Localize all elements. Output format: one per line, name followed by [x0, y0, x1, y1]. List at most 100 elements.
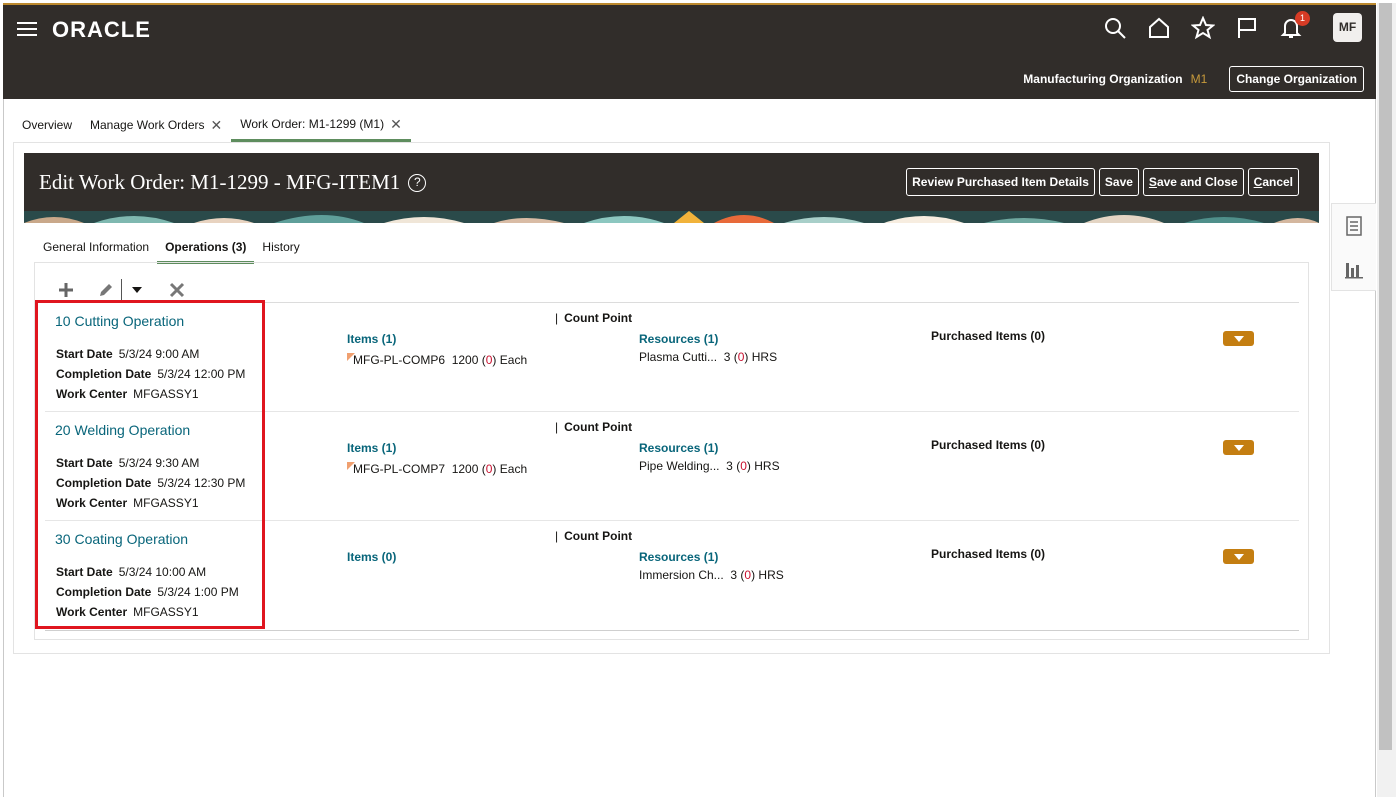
purchased-items-label: Purchased Items (0): [931, 329, 1046, 343]
purchased-items-label: Purchased Items (0): [931, 438, 1046, 452]
tab-general-information[interactable]: General Information: [35, 233, 157, 264]
user-avatar[interactable]: MF: [1333, 13, 1362, 42]
decorative-banner: [24, 211, 1319, 223]
operations-toolbar: [53, 277, 190, 303]
change-organization-button[interactable]: Change Organization: [1229, 66, 1364, 92]
resource-open-quantity: 0: [737, 350, 745, 364]
favorites-star-icon[interactable]: [1188, 13, 1218, 43]
edit-dropdown-chevron-icon[interactable]: [124, 277, 150, 303]
page-header: Edit Work Order: M1-1299 - MFG-ITEM1 ? R…: [24, 153, 1319, 223]
button-label: ancel: [1262, 175, 1293, 189]
tab-manage-work-orders[interactable]: Manage Work Orders ✕: [81, 108, 231, 142]
cancel-button[interactable]: Cancel: [1247, 168, 1299, 196]
field-label: Start Date: [56, 565, 113, 579]
item-name: MFG-PL-COMP7: [353, 462, 446, 476]
notification-badge: 1: [1295, 11, 1310, 26]
start-date-field: Start Date 5/3/24 10:00 AM: [56, 565, 206, 579]
field-label: Start Date: [56, 456, 113, 470]
item-detail: MFG-PL-COMP6 1200 (0) Each: [347, 353, 527, 367]
add-icon[interactable]: [53, 277, 79, 303]
count-point-label: | Count Point: [555, 420, 633, 434]
navigator-menu-icon[interactable]: [17, 19, 37, 37]
field-label: Count Point: [564, 311, 633, 325]
close-icon[interactable]: ✕: [211, 109, 223, 141]
accesskey-letter: C: [1253, 175, 1263, 189]
item-uom: Each: [499, 462, 528, 476]
tab-label: Work Order: M1-1299 (M1): [240, 116, 385, 131]
watchlist-flag-icon[interactable]: [1232, 13, 1262, 43]
chevron-down-icon: [1233, 553, 1244, 560]
item-uom: Each: [499, 353, 528, 367]
side-panel-rail: [1331, 203, 1376, 291]
close-icon[interactable]: ✕: [390, 108, 402, 140]
count-point-label: | Count Point: [555, 311, 633, 325]
scrollbar-thumb[interactable]: [1379, 3, 1392, 750]
accesskey-letter: S: [1148, 175, 1157, 189]
save-and-close-button[interactable]: Save and Close: [1142, 168, 1244, 196]
main-content: Edit Work Order: M1-1299 - MFG-ITEM1 ? R…: [13, 142, 1330, 654]
resource-name: Immersion Ch...: [639, 568, 724, 582]
tab-operations[interactable]: Operations (3): [157, 233, 255, 264]
completion-date-field: Completion Date 5/3/24 1:00 PM: [56, 585, 239, 599]
purchased-items-label: Purchased Items (0): [931, 547, 1046, 561]
help-icon[interactable]: ?: [408, 173, 427, 192]
tab-label: Overview: [22, 118, 73, 132]
global-header: ORACLE 1 MF Manufacturing Organization M…: [3, 3, 1376, 99]
resource-quantity: 3: [723, 350, 731, 364]
oracle-logo[interactable]: ORACLE: [52, 17, 151, 43]
resource-detail: Pipe Welding... 3 (0) HRS: [639, 459, 780, 473]
items-link[interactable]: Items (1): [347, 332, 396, 346]
resources-link[interactable]: Resources (1): [639, 441, 718, 455]
resource-uom: HRS: [754, 459, 780, 473]
resource-quantity: 3: [730, 568, 738, 582]
field-label: Work Center: [56, 496, 128, 510]
items-link[interactable]: Items (0): [347, 550, 396, 564]
item-quantity: 1200: [451, 353, 479, 367]
chevron-down-icon: [1233, 444, 1244, 451]
operation-row: 30 Coating Operation Start Date 5/3/24 10…: [45, 521, 1299, 631]
search-icon[interactable]: [1100, 13, 1130, 43]
start-date-field: Start Date 5/3/24 9:00 AM: [56, 347, 199, 361]
operation-row: 10 Cutting Operation Start Date 5/3/24 9:…: [45, 303, 1299, 412]
review-purchased-item-details-button[interactable]: Review Purchased Item Details: [906, 168, 1095, 196]
delete-x-icon[interactable]: [164, 277, 190, 303]
items-link[interactable]: Items (1): [347, 441, 396, 455]
resource-quantity: 3: [726, 459, 733, 473]
save-button[interactable]: Save: [1098, 168, 1139, 196]
tab-label: Manage Work Orders: [90, 118, 205, 132]
button-label: ave and Close: [1156, 175, 1238, 189]
operation-actions-menu-button[interactable]: [1223, 331, 1254, 346]
document-icon[interactable]: [1332, 204, 1376, 247]
tab-overview[interactable]: Overview: [13, 108, 81, 142]
field-label: Count Point: [564, 420, 633, 434]
field-label: Completion Date: [56, 476, 152, 490]
field-value: 5/3/24 10:00 AM: [118, 565, 207, 579]
work-center-field: Work Center MFGASSY1: [56, 387, 199, 401]
field-value: 5/3/24 9:00 AM: [118, 347, 200, 361]
field-value: 5/3/24 1:00 PM: [157, 585, 239, 599]
completion-date-field: Completion Date 5/3/24 12:30 PM: [56, 476, 245, 490]
operation-actions-menu-button[interactable]: [1223, 549, 1254, 564]
resources-link[interactable]: Resources (1): [639, 550, 718, 564]
operation-title-link[interactable]: 20 Welding Operation: [55, 422, 190, 438]
resources-link[interactable]: Resources (1): [639, 332, 718, 346]
resource-open-quantity: 0: [740, 459, 747, 473]
tab-history[interactable]: History: [254, 233, 307, 264]
home-icon[interactable]: [1144, 13, 1174, 43]
operations-panel: 10 Cutting Operation Start Date 5/3/24 9:…: [34, 262, 1309, 640]
field-value: MFGASSY1: [133, 387, 199, 401]
page-actions: Review Purchased Item Details Save Save …: [906, 168, 1299, 196]
item-open-quantity: 0: [485, 462, 493, 476]
operation-title-link[interactable]: 10 Cutting Operation: [55, 313, 184, 329]
page-title: Edit Work Order: M1-1299 - MFG-ITEM1 ?: [39, 170, 427, 195]
operation-title-link[interactable]: 30 Coating Operation: [55, 531, 188, 547]
tab-work-order[interactable]: Work Order: M1-1299 (M1) ✕: [231, 108, 411, 142]
notifications-bell-icon[interactable]: 1: [1276, 11, 1310, 43]
operation-actions-menu-button[interactable]: [1223, 440, 1254, 455]
resource-uom: HRS: [758, 568, 784, 582]
chevron-down-icon: [1233, 335, 1244, 342]
analytics-chart-icon[interactable]: [1332, 247, 1376, 290]
page-title-text: Edit Work Order: M1-1299 - MFG-ITEM1: [39, 170, 401, 194]
item-quantity: 1200: [451, 462, 479, 476]
edit-pencil-icon[interactable]: [93, 277, 119, 303]
